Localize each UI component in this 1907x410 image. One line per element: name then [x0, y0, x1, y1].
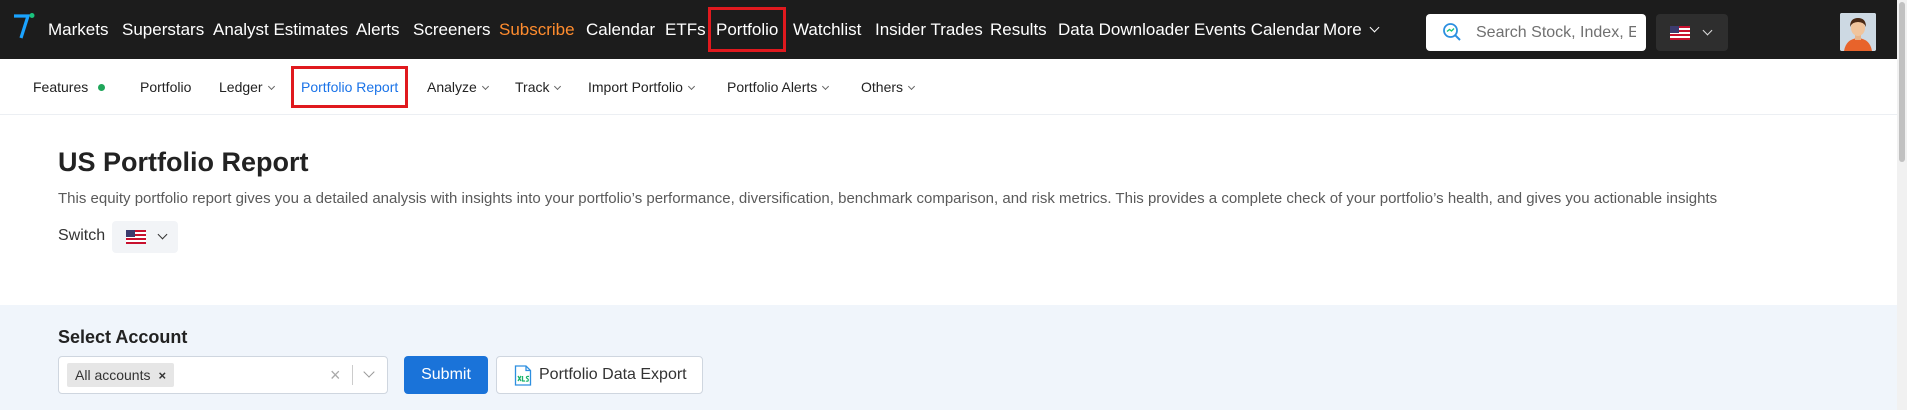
chevron-down-icon — [157, 229, 168, 240]
nav-data-downloader[interactable]: Data Downloader — [1058, 0, 1189, 59]
nav-more[interactable]: More — [1323, 0, 1380, 59]
submit-button[interactable]: Submit — [404, 356, 488, 394]
chevron-down-icon — [267, 82, 275, 91]
portfolio-data-export-button[interactable]: Portfolio Data Export — [496, 356, 703, 394]
chevron-down-icon[interactable] — [363, 366, 375, 378]
chevron-down-icon — [907, 82, 916, 91]
us-flag-icon — [1670, 26, 1690, 40]
chevron-down-icon — [481, 82, 489, 91]
page-title: US Portfolio Report — [58, 147, 309, 177]
subnav-features-label: Features — [33, 79, 89, 95]
nav-alerts[interactable]: Alerts — [356, 0, 399, 59]
subnav-portfolio-alerts[interactable]: Portfolio Alerts — [727, 59, 830, 115]
chevron-down-icon — [1702, 25, 1713, 36]
subnav-portfolio-report[interactable]: Portfolio Report — [291, 66, 409, 108]
region-select[interactable] — [1656, 14, 1728, 51]
subnav-track[interactable]: Track — [515, 59, 562, 115]
clear-selection-icon[interactable]: × — [330, 365, 341, 386]
nav-screeners[interactable]: Screeners — [413, 0, 490, 59]
chevron-down-icon — [554, 82, 562, 91]
subnav-portfolio[interactable]: Portfolio — [140, 59, 191, 115]
nav-etfs[interactable]: ETFs — [665, 0, 706, 59]
nav-portfolio[interactable]: Portfolio — [708, 7, 787, 52]
user-avatar-icon — [1840, 13, 1876, 51]
nav-subscribe[interactable]: Subscribe — [499, 0, 575, 59]
subnav-features[interactable]: Features — [33, 59, 106, 115]
account-tag-label: All accounts — [75, 367, 151, 383]
account-section: Select Account All accounts × × Submit Po… — [0, 305, 1897, 410]
subnav-analyze[interactable]: Analyze — [427, 59, 489, 115]
subnav-track-label: Track — [515, 79, 550, 95]
subnav-portfolio-alerts-label: Portfolio Alerts — [727, 79, 818, 95]
remove-tag-icon[interactable]: × — [158, 368, 166, 383]
market-switch-select[interactable] — [112, 221, 178, 253]
nav-markets[interactable]: Markets — [48, 0, 108, 59]
subnav-import-portfolio-label: Import Portfolio — [588, 79, 683, 95]
nav-superstars[interactable]: Superstars — [122, 0, 204, 59]
status-dot-icon — [98, 84, 106, 91]
switch-label: Switch — [58, 227, 106, 244]
chevron-down-icon — [1369, 22, 1380, 33]
xls-file-icon — [514, 365, 532, 386]
page-scrollbar[interactable] — [1897, 0, 1907, 410]
subnav-ledger-label: Ledger — [219, 79, 263, 95]
subnav-ledger[interactable]: Ledger — [219, 59, 275, 115]
page-description: This equity portfolio report gives you a… — [58, 190, 1718, 207]
search-box[interactable] — [1426, 14, 1646, 51]
portfolio-subnav: Features Portfolio Ledger Portfolio Repo… — [0, 59, 1897, 115]
nav-more-label: More — [1323, 20, 1362, 39]
divider — [352, 365, 353, 385]
nav-results[interactable]: Results — [990, 0, 1047, 59]
nav-calendar[interactable]: Calendar — [586, 0, 655, 59]
nav-insider-trades[interactable]: Insider Trades — [875, 0, 983, 59]
subnav-import-portfolio[interactable]: Import Portfolio — [588, 59, 695, 115]
export-label: Portfolio Data Export — [539, 366, 687, 383]
subnav-others[interactable]: Others — [861, 59, 916, 115]
scrollbar-thumb[interactable] — [1899, 2, 1905, 162]
account-multiselect[interactable]: All accounts × × — [58, 356, 388, 394]
subnav-analyze-label: Analyze — [427, 79, 477, 95]
site-logo-icon[interactable] — [12, 12, 36, 40]
nav-events-calendar[interactable]: Events Calendar — [1194, 0, 1320, 59]
us-flag-icon — [126, 230, 146, 244]
select-account-label: Select Account — [58, 327, 188, 347]
subnav-others-label: Others — [861, 79, 904, 95]
account-tag: All accounts × — [67, 363, 175, 387]
search-input[interactable] — [1476, 21, 1636, 45]
chevron-down-icon — [687, 82, 695, 91]
search-icon — [1443, 23, 1461, 41]
chevron-down-icon — [822, 82, 830, 91]
nav-analyst-estimates[interactable]: Analyst Estimates — [213, 0, 348, 59]
nav-watchlist[interactable]: Watchlist — [793, 0, 861, 59]
avatar[interactable] — [1840, 13, 1876, 51]
top-navbar: Markets Superstars Analyst Estimates Ale… — [0, 0, 1907, 59]
